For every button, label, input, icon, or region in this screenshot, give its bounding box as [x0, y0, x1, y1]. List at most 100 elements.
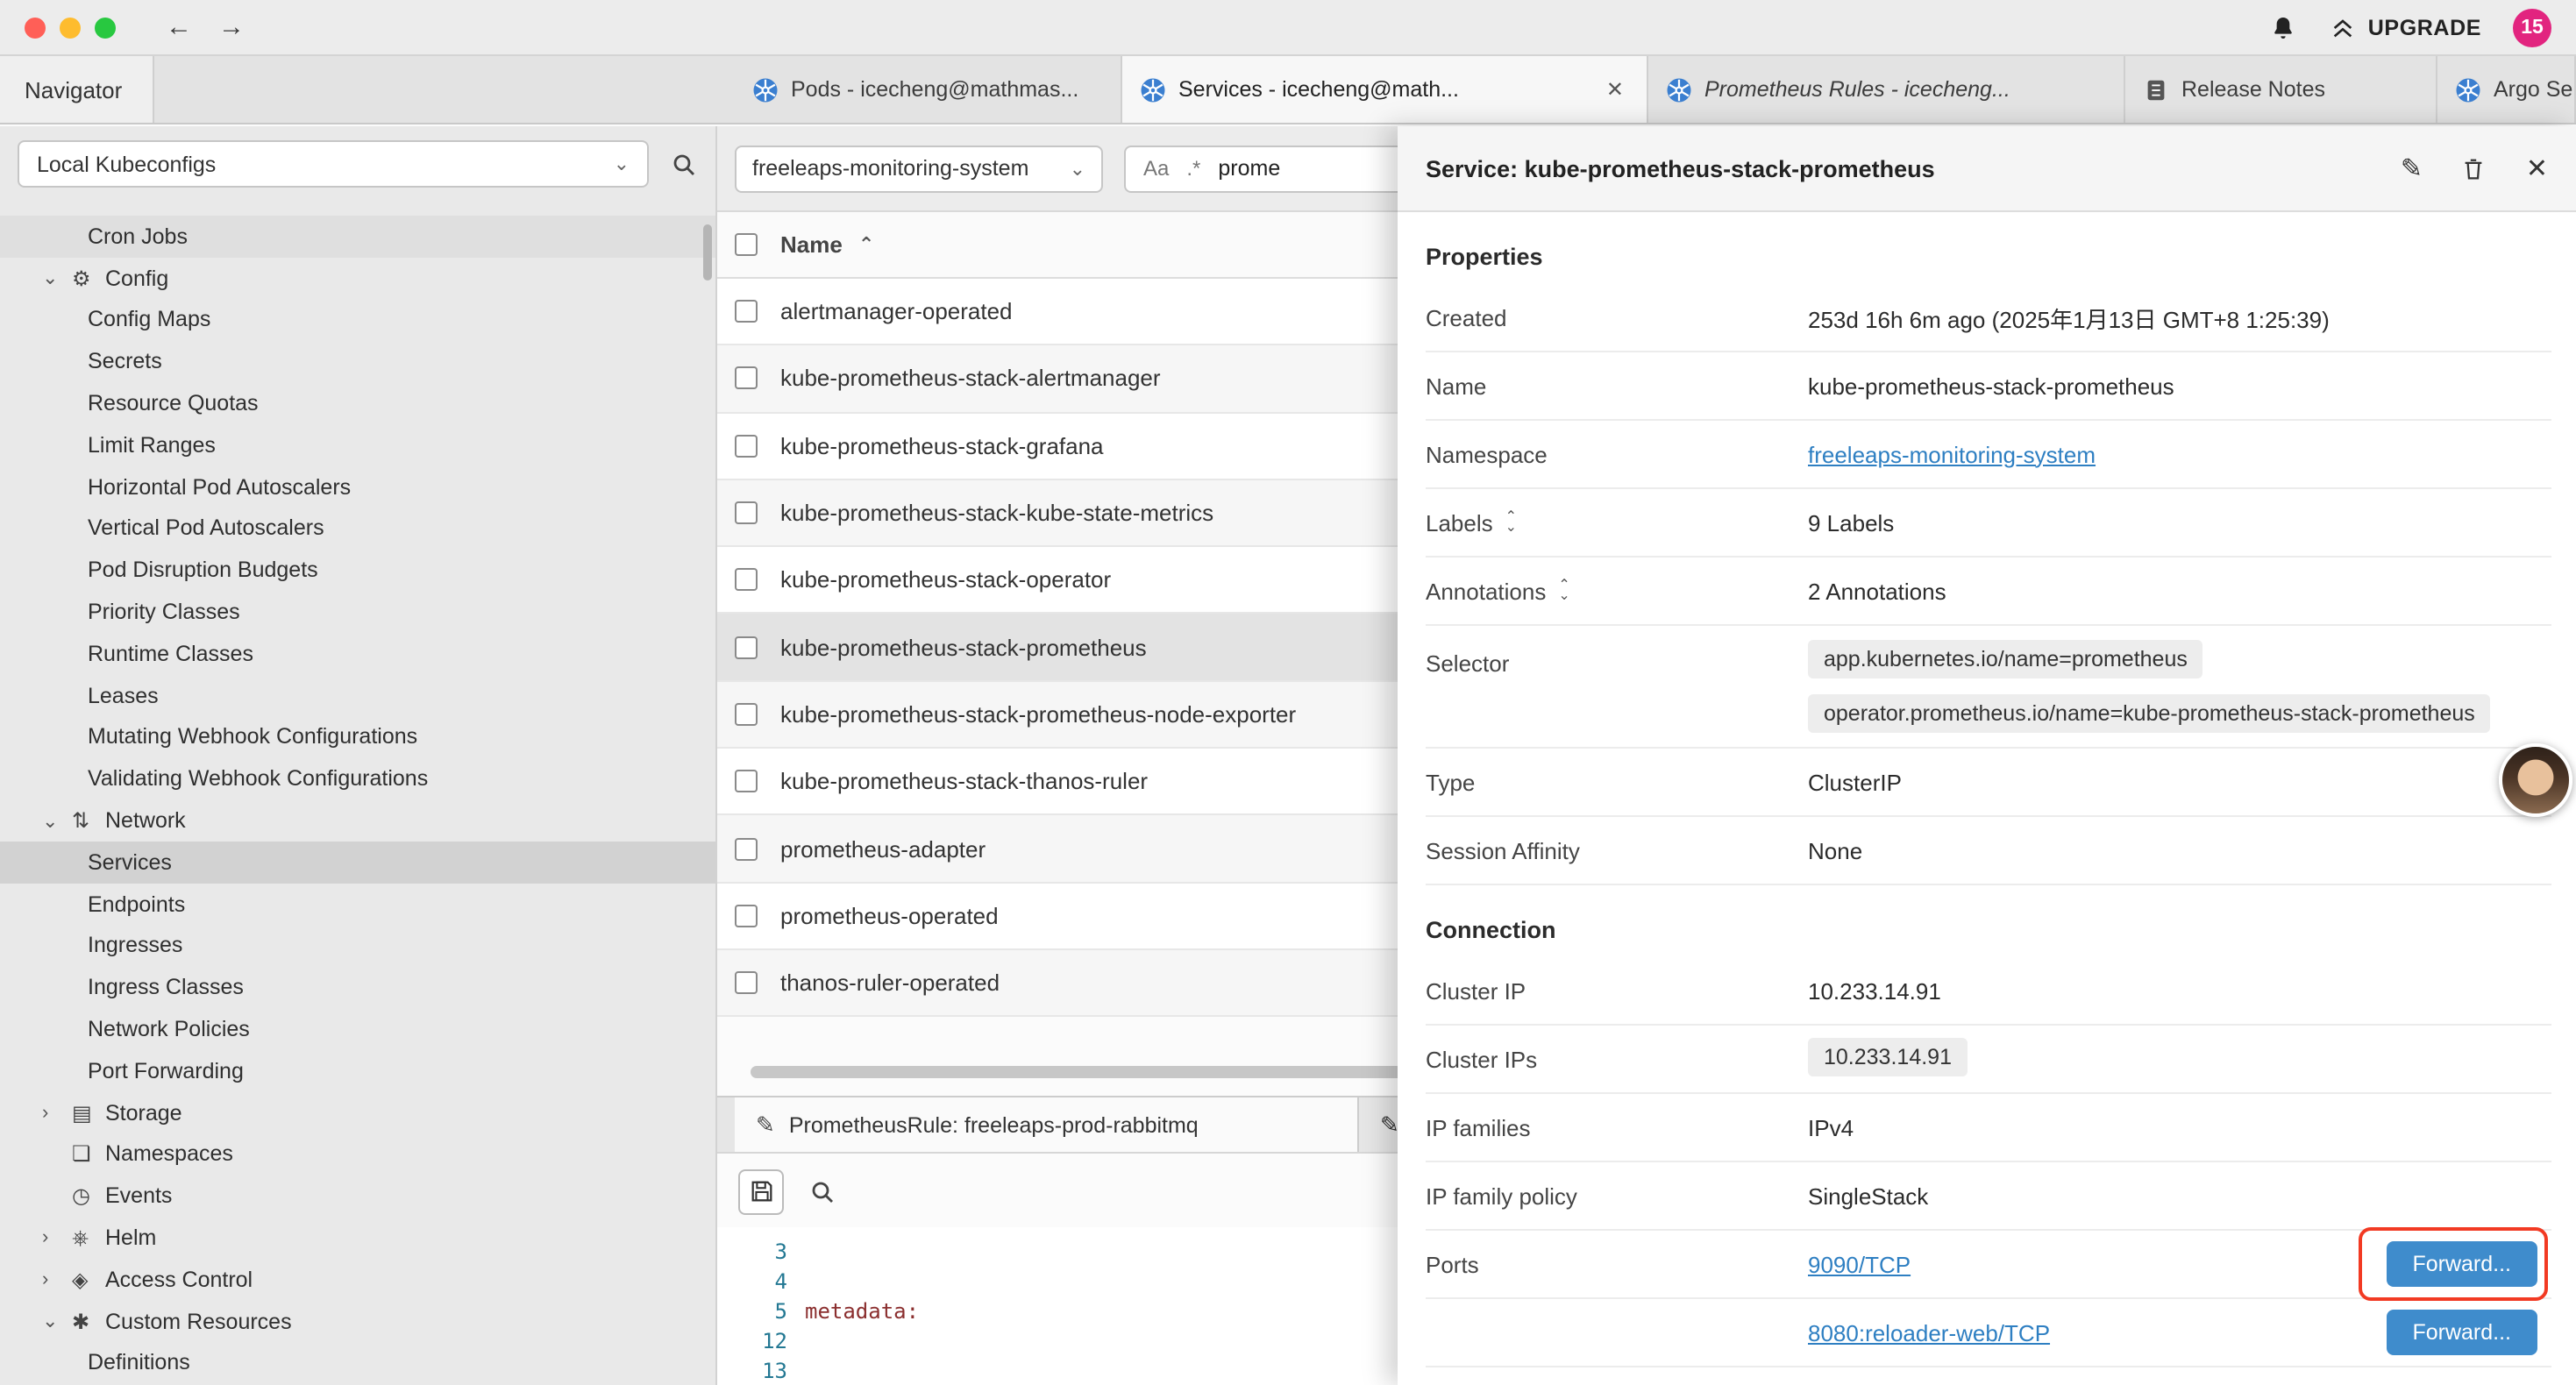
sidebar-item-config-maps[interactable]: Config Maps — [0, 299, 715, 341]
upgrade-button[interactable]: UPGRADE — [2330, 13, 2481, 41]
service-name: kube-prometheus-stack-operator — [780, 567, 1111, 593]
chevron-down-icon[interactable]: ⌄ — [42, 1310, 72, 1332]
editor-search-icon[interactable] — [808, 1177, 836, 1205]
sidebar-item-events[interactable]: ◷ Events — [0, 1175, 715, 1218]
editor-tab-prometheusrule[interactable]: ✎ PrometheusRule: freeleaps-prod-rabbitm… — [735, 1097, 1359, 1152]
tab-prometheus-rules[interactable]: Prometheus Rules - icecheng... — [1648, 56, 2125, 123]
kubernetes-icon — [1140, 76, 1166, 103]
close-window-button[interactable] — [25, 17, 46, 38]
tab-services[interactable]: Services - icecheng@math... ✕ — [1122, 56, 1648, 123]
row-checkbox[interactable] — [735, 434, 758, 457]
sidebar-item-horizontal-pod-autoscalers[interactable]: Horizontal Pod Autoscalers — [0, 466, 715, 508]
namespace-link[interactable]: freeleaps-monitoring-system — [1808, 441, 2096, 467]
property-value: IPv4 — [1808, 1114, 2551, 1140]
chevron-right-icon[interactable]: › — [42, 1227, 72, 1248]
sidebar-scrollbar[interactable] — [703, 224, 712, 281]
sidebar-item-label: Config — [105, 266, 168, 290]
close-drawer-icon[interactable]: ✕ — [2526, 153, 2548, 184]
sidebar-group-access-control[interactable]: › ◈ Access Control — [0, 1259, 715, 1301]
tab-release-notes[interactable]: Release Notes — [2125, 56, 2437, 123]
sidebar-item-priority-classes[interactable]: Priority Classes — [0, 591, 715, 633]
kubeconfig-select[interactable]: Local Kubeconfigs ⌄ — [18, 140, 649, 188]
sidebar-item-leases[interactable]: Leases — [0, 675, 715, 717]
name-column-header[interactable]: Name — [780, 231, 843, 258]
sidebar-item-cron-jobs[interactable]: Cron Jobs — [0, 216, 715, 258]
sidebar-group-custom-resources[interactable]: ⌄ ✱ Custom Resources — [0, 1300, 715, 1342]
sidebar-item-secrets[interactable]: Secrets — [0, 341, 715, 383]
namespaces-icon: ❏ — [72, 1142, 105, 1167]
port-link[interactable]: 9090/TCP — [1808, 1251, 1911, 1277]
sidebar-item-resource-quotas[interactable]: Resource Quotas — [0, 382, 715, 424]
sidebar-item-label: Validating Webhook Configurations — [88, 767, 428, 792]
drawer-body: Properties Created 253d 16h 6m ago (2025… — [1398, 212, 2576, 1385]
row-checkbox[interactable] — [735, 300, 758, 323]
chevron-right-icon[interactable]: › — [42, 1269, 72, 1290]
row-checkbox[interactable] — [735, 905, 758, 927]
row-checkbox[interactable] — [735, 569, 758, 592]
sidebar-group-config[interactable]: ⌄ ⚙ Config — [0, 258, 715, 300]
namespace-select[interactable]: freeleaps-monitoring-system ⌄ — [735, 145, 1103, 192]
sidebar-item-endpoints[interactable]: Endpoints — [0, 884, 715, 926]
chevron-right-icon[interactable]: › — [42, 1102, 72, 1123]
floating-avatar[interactable] — [2499, 743, 2572, 817]
row-checkbox[interactable] — [735, 636, 758, 658]
forward-arrow-icon[interactable]: → — [214, 12, 249, 42]
minimize-window-button[interactable] — [60, 17, 81, 38]
close-tab-icon[interactable]: ✕ — [1601, 74, 1629, 105]
match-case-toggle[interactable]: Aa — [1143, 156, 1169, 181]
row-checkbox[interactable] — [735, 837, 758, 860]
horizontal-scrollbar[interactable] — [751, 1066, 1403, 1078]
sidebar-item-limit-ranges[interactable]: Limit Ranges — [0, 424, 715, 466]
chevron-down-icon[interactable]: ⌄ — [42, 809, 72, 832]
pencil-icon: ✎ — [756, 1111, 775, 1139]
row-checkbox[interactable] — [735, 367, 758, 390]
service-name: kube-prometheus-stack-alertmanager — [780, 366, 1161, 392]
search-icon[interactable] — [670, 150, 698, 178]
regex-toggle[interactable]: .* — [1186, 156, 1200, 181]
sidebar-item-pod-disruption-budgets[interactable]: Pod Disruption Budgets — [0, 550, 715, 592]
sidebar-item-mutating-webhook-configurations[interactable]: Mutating Webhook Configurations — [0, 716, 715, 758]
expand-collapse-icon[interactable]: ⌃⌄ — [1505, 512, 1517, 533]
sidebar-item-label: Ingress Classes — [88, 975, 244, 999]
tab-argo[interactable]: Argo Se — [2437, 56, 2576, 123]
row-checkbox[interactable] — [735, 971, 758, 994]
trash-icon[interactable] — [2461, 155, 2487, 181]
kubernetes-icon — [1666, 76, 1692, 103]
notification-bell-icon[interactable] — [2270, 13, 2298, 41]
sidebar-group-storage[interactable]: › ▤ Storage — [0, 1091, 715, 1133]
tab-label: Argo Se — [2494, 77, 2572, 102]
tab-pods[interactable]: Pods - icecheng@mathmas... — [735, 56, 1122, 123]
row-checkbox[interactable] — [735, 703, 758, 726]
maximize-window-button[interactable] — [95, 17, 116, 38]
edit-icon[interactable]: ✎ — [2401, 153, 2423, 184]
namespace-select-value: freeleaps-monitoring-system — [752, 156, 1028, 181]
chevron-down-icon[interactable]: ⌄ — [42, 266, 72, 289]
row-checkbox[interactable] — [735, 770, 758, 792]
sidebar-item-network-policies[interactable]: Network Policies — [0, 1008, 715, 1050]
sidebar-item-services[interactable]: Services — [0, 842, 715, 884]
sidebar-item-label: Network Policies — [88, 1017, 250, 1041]
sidebar-group-helm[interactable]: › ⎈ Helm — [0, 1217, 715, 1259]
sidebar-item-definitions[interactable]: Definitions — [0, 1342, 715, 1384]
property-value: ClusterIP — [1808, 769, 2551, 795]
forward-button[interactable]: Forward... — [2386, 1310, 2537, 1355]
sidebar-item-validating-webhook-configurations[interactable]: Validating Webhook Configurations — [0, 758, 715, 800]
editor-line-numbers: 3 4 5 12 13 14 — [717, 1238, 805, 1385]
chevron-down-icon: ⌄ — [1070, 157, 1085, 180]
back-arrow-icon[interactable]: ← — [161, 12, 196, 42]
sidebar-group-network[interactable]: ⌄ ⇅ Network — [0, 799, 715, 842]
sidebar-item-ingresses[interactable]: Ingresses — [0, 925, 715, 967]
save-button[interactable] — [738, 1168, 784, 1214]
sidebar-item-namespaces[interactable]: ❏ Namespaces — [0, 1133, 715, 1175]
expand-collapse-icon[interactable]: ⌃⌄ — [1558, 580, 1569, 601]
port-link[interactable]: 8080:reloader-web/TCP — [1808, 1319, 2050, 1346]
sidebar-item-vertical-pod-autoscalers[interactable]: Vertical Pod Autoscalers — [0, 508, 715, 550]
sidebar-item-ingress-classes[interactable]: Ingress Classes — [0, 967, 715, 1009]
sidebar-item-port-forwarding[interactable]: Port Forwarding — [0, 1050, 715, 1092]
forward-button[interactable]: Forward... — [2386, 1241, 2537, 1287]
sidebar-item-runtime-classes[interactable]: Runtime Classes — [0, 633, 715, 675]
notification-count-badge[interactable]: 15 — [2513, 8, 2551, 46]
sort-ascending-icon[interactable]: ⌃ — [858, 233, 874, 256]
row-checkbox[interactable] — [735, 501, 758, 524]
select-all-checkbox[interactable] — [735, 233, 758, 256]
